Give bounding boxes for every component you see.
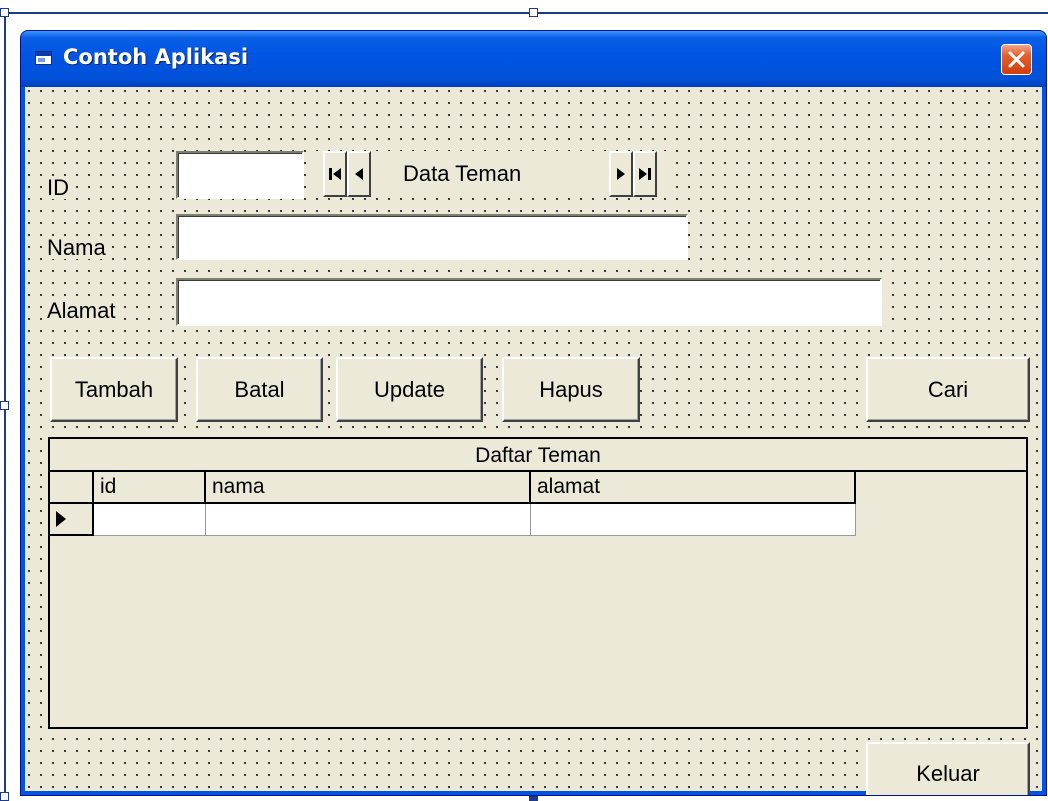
table-cell-alamat[interactable] (531, 504, 856, 536)
keluar-button[interactable]: Keluar (866, 742, 1030, 795)
daftar-teman-grid[interactable]: Daftar Teman id nama alamat (48, 437, 1028, 729)
resize-handle-top-left[interactable] (0, 8, 9, 17)
resize-handle-middle-left[interactable] (0, 401, 9, 410)
form-client-area: ID Nama Alamat Data Teman Tambah Batal U… (25, 87, 1042, 795)
next-record-icon (617, 168, 625, 180)
last-record-button[interactable] (633, 151, 657, 197)
batal-button[interactable]: Batal (196, 357, 323, 422)
data-control: Data Teman (315, 151, 667, 197)
app-form-icon (35, 51, 52, 65)
grid-row-header-corner (50, 472, 94, 504)
update-button[interactable]: Update (336, 357, 483, 422)
next-record-button[interactable] (609, 151, 633, 197)
previous-record-button[interactable] (347, 151, 371, 197)
grid-caption: Daftar Teman (50, 439, 1026, 472)
title-bar[interactable]: Contoh Aplikasi (21, 31, 1046, 87)
id-label: ID (47, 175, 69, 200)
column-header-id[interactable]: id (94, 472, 206, 504)
nama-textbox[interactable] (176, 214, 688, 260)
table-cell-nama[interactable] (206, 504, 531, 536)
first-record-button[interactable] (323, 151, 347, 197)
window-title: Contoh Aplikasi (63, 45, 249, 69)
last-record-icon (639, 168, 651, 180)
table-cell-id[interactable] (94, 504, 206, 536)
data-control-caption: Data Teman (403, 161, 522, 186)
alamat-textbox[interactable] (176, 278, 882, 326)
close-button[interactable] (1001, 44, 1032, 75)
hapus-button[interactable]: Hapus (502, 357, 640, 422)
current-row-icon (56, 511, 66, 527)
first-record-icon (329, 168, 341, 180)
cari-button[interactable]: Cari (866, 357, 1030, 422)
previous-record-icon (355, 168, 363, 180)
current-row-indicator[interactable] (50, 504, 94, 536)
nama-label: Nama (47, 235, 106, 260)
app-window: Contoh Aplikasi ID Nama Alamat Data Tema… (20, 30, 1047, 796)
close-icon (1008, 51, 1025, 68)
column-header-alamat[interactable]: alamat (531, 472, 856, 504)
resize-handle-top-center[interactable] (529, 8, 538, 17)
tambah-button[interactable]: Tambah (50, 357, 178, 422)
selection-frame-top (4, 12, 1048, 14)
alamat-label: Alamat (47, 298, 116, 323)
column-header-nama[interactable]: nama (206, 472, 531, 504)
id-textbox[interactable] (176, 151, 304, 199)
